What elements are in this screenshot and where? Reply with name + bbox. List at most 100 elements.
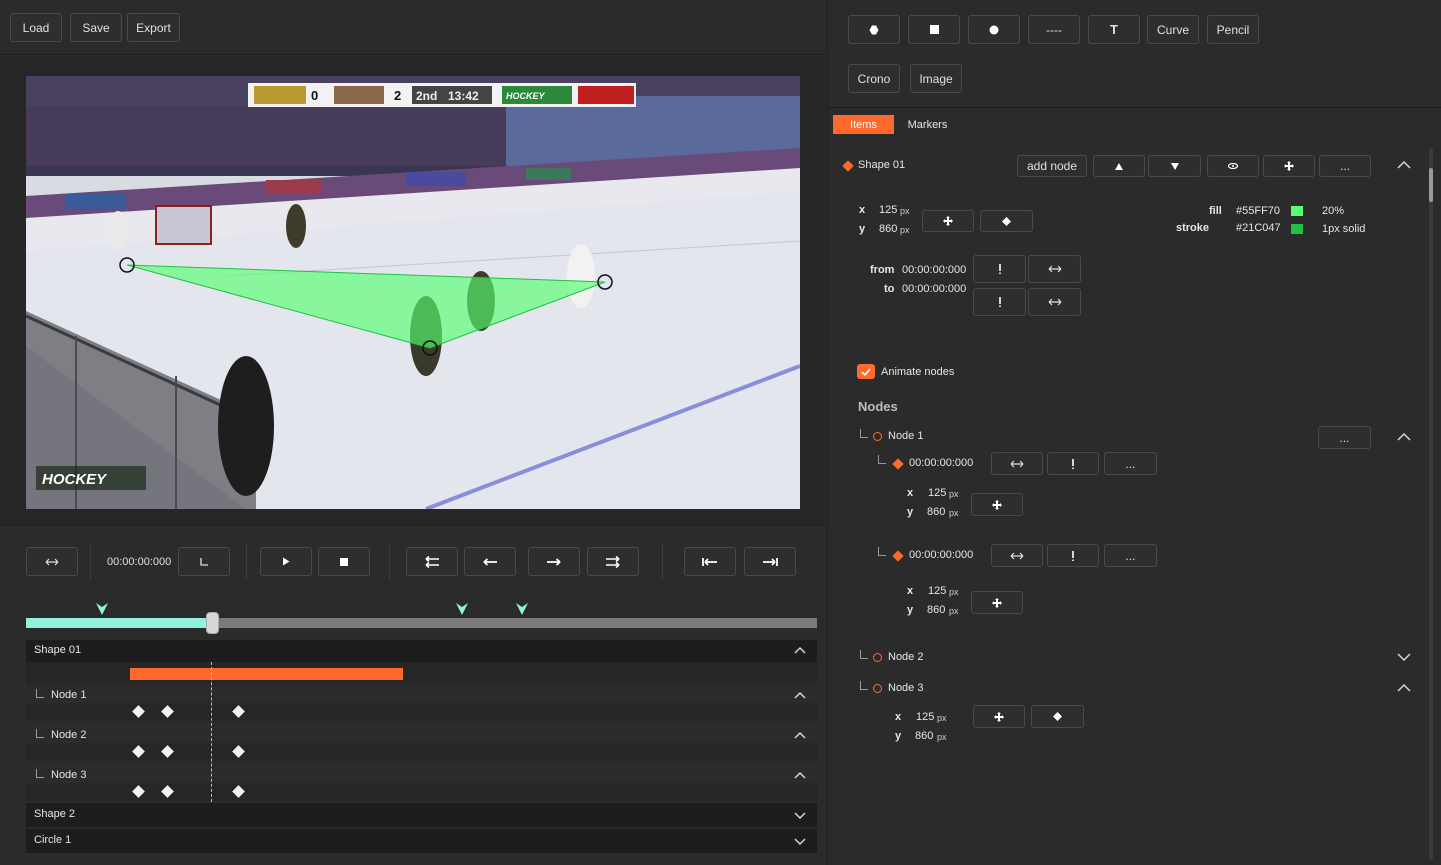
marker-icon[interactable] [515, 602, 529, 616]
keyframe-move-button[interactable] [971, 493, 1023, 516]
play-button[interactable] [260, 547, 312, 576]
chevron-up-icon[interactable] [1397, 683, 1411, 693]
node-3-label[interactable]: Node 3 [888, 682, 923, 694]
to-swap-button[interactable] [1028, 288, 1081, 316]
stroke-value[interactable]: #21C047 [1236, 222, 1281, 234]
text-tool-button[interactable]: T [1088, 15, 1140, 44]
fill-value[interactable]: #55FF70 [1236, 205, 1280, 217]
to-set-current-button[interactable] [973, 288, 1026, 316]
playhead-handle[interactable] [205, 612, 219, 634]
load-button[interactable]: Load [10, 13, 62, 42]
set-point-button[interactable] [178, 547, 230, 576]
chevron-down-icon[interactable] [1397, 652, 1411, 662]
polygon-tool-button[interactable] [848, 15, 900, 44]
tab-markers[interactable]: Markers [900, 115, 955, 134]
track-row-circle-1[interactable]: Circle 1 [26, 829, 817, 853]
inspector-panel: ---- T Curve Pencil Crono Image Items Ma… [827, 0, 1441, 865]
keyframe-set-current-button[interactable] [1047, 544, 1099, 567]
animate-nodes-checkbox[interactable] [857, 364, 875, 379]
go-to-end-button[interactable] [744, 547, 796, 576]
image-tool-button[interactable]: Image [910, 64, 962, 93]
step-forward-button[interactable] [528, 547, 580, 576]
fast-rewind-button[interactable] [406, 547, 458, 576]
eye-icon [1228, 163, 1238, 169]
keyframe-diamond[interactable] [232, 785, 245, 798]
keyframe-diamond[interactable] [161, 705, 174, 718]
keyframe-time[interactable]: 00:00:00:000 [909, 549, 973, 561]
rectangle-tool-button[interactable] [908, 15, 960, 44]
from-swap-button[interactable] [1028, 255, 1081, 283]
video-frame[interactable]: 0 2 2nd 13:42 HOCKEY HOCKEY [26, 76, 800, 509]
shape-more-button[interactable]: ... [1319, 155, 1371, 177]
crono-tool-button[interactable]: Crono [848, 64, 900, 93]
shape-name: Shape 01 [858, 159, 906, 171]
curve-tool-button[interactable]: Curve [1147, 15, 1199, 44]
track-lane-shape-01 [26, 662, 817, 685]
y-unit: px [949, 606, 959, 616]
keyframe-diamond[interactable] [132, 705, 145, 718]
keyframe-diamond[interactable] [132, 745, 145, 758]
chevron-down-icon[interactable] [793, 834, 807, 848]
keyframe-diamond[interactable] [161, 745, 174, 758]
line-tool-button[interactable]: ---- [1028, 15, 1080, 44]
marker-icon[interactable] [455, 602, 469, 616]
chevron-up-icon[interactable] [1397, 160, 1411, 170]
node-3-move-button[interactable] [973, 705, 1025, 728]
inspector-scrollbar[interactable] [1429, 148, 1433, 860]
position-move-button[interactable] [922, 210, 974, 232]
move-down-button[interactable] [1148, 155, 1201, 177]
chevron-up-icon[interactable] [793, 644, 807, 658]
horizontal-arrows-icon [1010, 552, 1024, 559]
stop-button[interactable] [318, 547, 370, 576]
chevron-up-icon[interactable] [793, 769, 807, 783]
keyframe-diamond[interactable] [232, 705, 245, 718]
node-3-x-value: 125 [916, 711, 935, 723]
node-1-more-button[interactable]: ... [1318, 426, 1371, 449]
keyframe-diamond[interactable] [132, 785, 145, 798]
step-back-button[interactable] [464, 547, 516, 576]
keyframe-time[interactable]: 00:00:00:000 [909, 457, 973, 469]
keyframe-swap-button[interactable] [991, 452, 1043, 475]
fast-forward-button[interactable] [587, 547, 639, 576]
keyframe-diamond[interactable] [161, 785, 174, 798]
move-up-button[interactable] [1093, 155, 1145, 177]
to-value[interactable]: 00:00:00:000 [902, 283, 966, 295]
keyframe-diamond[interactable] [232, 745, 245, 758]
move-button[interactable] [1263, 155, 1315, 177]
node-2-label[interactable]: Node 2 [888, 651, 923, 663]
from-value[interactable]: 00:00:00:000 [902, 264, 966, 276]
visibility-button[interactable] [1207, 155, 1259, 177]
stroke-style[interactable]: 1px solid [1322, 223, 1365, 235]
track-label: Node 2 [51, 729, 87, 741]
fill-color-swatch[interactable] [1291, 206, 1303, 216]
stroke-color-swatch[interactable] [1291, 224, 1303, 234]
circle-tool-button[interactable] [968, 15, 1020, 44]
position-keyframe-button[interactable] [980, 210, 1033, 232]
timeline-scrubber[interactable] [26, 618, 817, 628]
chevron-up-icon[interactable] [1397, 432, 1411, 442]
shape-duration-bar[interactable] [130, 668, 403, 680]
fill-opacity[interactable]: 20% [1322, 205, 1344, 217]
timeline-progress [26, 618, 212, 628]
track-row-shape-2[interactable]: Shape 2 [26, 803, 817, 827]
scrollbar-thumb[interactable] [1429, 168, 1433, 202]
keyframe-move-button[interactable] [971, 591, 1023, 614]
keyframe-more-button[interactable]: ... [1104, 544, 1157, 567]
keyframe-more-button[interactable]: ... [1104, 452, 1157, 475]
tab-items[interactable]: Items [833, 115, 894, 134]
chevron-down-icon[interactable] [793, 808, 807, 822]
track-row-shape-01[interactable]: Shape 01 [26, 640, 817, 662]
keyframe-swap-button[interactable] [991, 544, 1043, 567]
chevron-up-icon[interactable] [793, 729, 807, 743]
add-node-button[interactable]: add node [1017, 155, 1087, 177]
swap-direction-button[interactable] [26, 547, 78, 576]
from-set-current-button[interactable] [973, 255, 1026, 283]
node-3-keyframe-button[interactable] [1031, 705, 1084, 728]
marker-icon[interactable] [95, 602, 109, 616]
export-button[interactable]: Export [127, 13, 180, 42]
keyframe-set-current-button[interactable] [1047, 452, 1099, 475]
save-button[interactable]: Save [70, 13, 122, 42]
go-to-start-button[interactable] [684, 547, 736, 576]
chevron-up-icon[interactable] [793, 689, 807, 703]
pencil-tool-button[interactable]: Pencil [1207, 15, 1259, 44]
